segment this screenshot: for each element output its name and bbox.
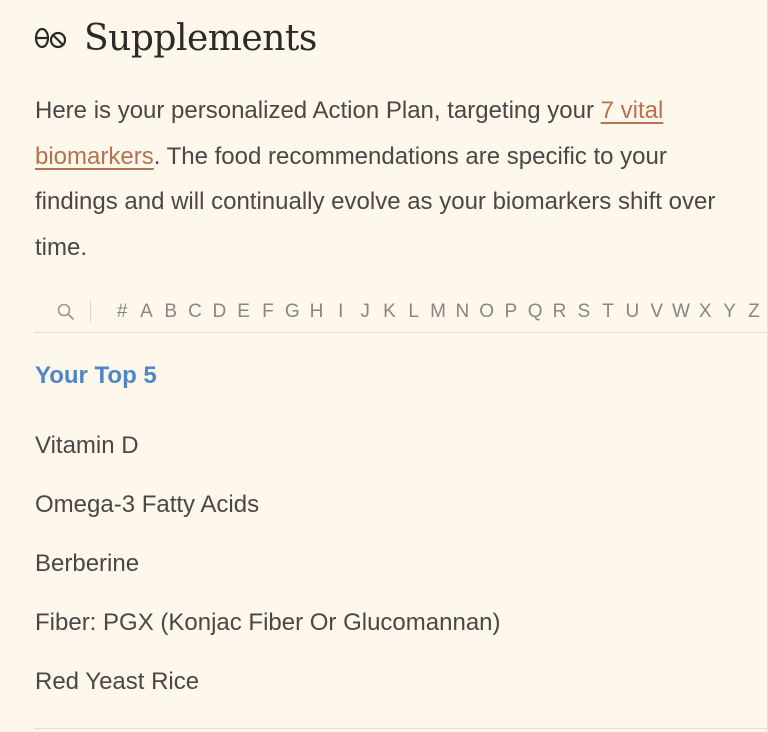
index-letter[interactable]: N bbox=[450, 301, 474, 323]
supplement-item[interactable]: Red Yeast Rice bbox=[35, 664, 501, 723]
index-letter[interactable]: D bbox=[207, 301, 231, 323]
intro-paragraph: Here is your personalized Action Plan, t… bbox=[35, 88, 745, 270]
index-letter[interactable]: J bbox=[353, 301, 377, 323]
index-letter[interactable]: P bbox=[499, 301, 523, 323]
search-icon[interactable] bbox=[56, 302, 76, 322]
index-letter[interactable]: F bbox=[256, 301, 280, 323]
index-letter[interactable]: R bbox=[547, 301, 571, 323]
index-letter[interactable]: U bbox=[620, 301, 644, 323]
index-letter[interactable]: K bbox=[377, 301, 401, 323]
index-letter[interactable]: A bbox=[134, 301, 158, 323]
index-letter[interactable]: Q bbox=[523, 301, 547, 323]
index-divider bbox=[90, 300, 91, 322]
index-letter[interactable]: X bbox=[693, 301, 717, 323]
index-letter[interactable]: Y bbox=[717, 301, 741, 323]
page-title: Supplements bbox=[84, 17, 317, 59]
page-header: Supplements bbox=[34, 14, 317, 62]
top5-section-title: Your Top 5 bbox=[35, 362, 157, 389]
supplement-item[interactable]: Omega-3 Fatty Acids bbox=[35, 487, 501, 546]
supplement-list: Vitamin D Omega-3 Fatty Acids Berberine … bbox=[35, 428, 501, 723]
index-letter[interactable]: O bbox=[474, 301, 498, 323]
index-letter[interactable]: E bbox=[231, 301, 255, 323]
supplement-item[interactable]: Berberine bbox=[35, 546, 501, 605]
index-letters: # A B C D E F G H I J K L M N O P Q R S T U V W X Y Z bbox=[110, 294, 766, 330]
index-letter[interactable]: I bbox=[329, 301, 353, 323]
index-letter[interactable]: L bbox=[402, 301, 426, 323]
index-letter[interactable]: B bbox=[159, 301, 183, 323]
index-letter[interactable]: Z bbox=[742, 301, 766, 323]
intro-text-before: Here is your personalized Action Plan, t… bbox=[35, 97, 601, 124]
list-divider bbox=[34, 728, 768, 729]
index-letter[interactable]: W bbox=[669, 301, 693, 323]
index-letter[interactable]: V bbox=[645, 301, 669, 323]
supplement-item[interactable]: Vitamin D bbox=[35, 428, 501, 487]
index-letter[interactable]: S bbox=[572, 301, 596, 323]
index-letter[interactable]: H bbox=[304, 301, 328, 323]
index-letter[interactable]: # bbox=[110, 301, 134, 323]
index-letter[interactable]: T bbox=[596, 301, 620, 323]
index-letter[interactable]: C bbox=[183, 301, 207, 323]
alphabet-index-bar: # A B C D E F G H I J K L M N O P Q R S T U V W X Y Z bbox=[34, 294, 768, 333]
index-letter[interactable]: M bbox=[426, 301, 450, 323]
index-letter[interactable]: G bbox=[280, 301, 304, 323]
supplements-pills-icon bbox=[34, 23, 70, 53]
supplement-item[interactable]: Fiber: PGX (Konjac Fiber Or Glucomannan) bbox=[35, 605, 501, 664]
